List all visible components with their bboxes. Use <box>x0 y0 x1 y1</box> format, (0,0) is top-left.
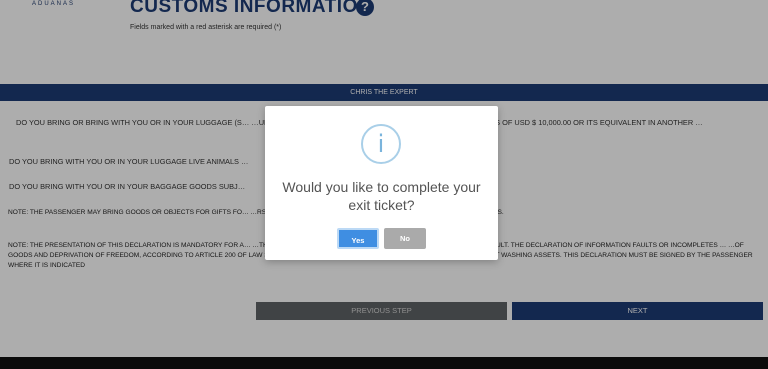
exit-ticket-dialog: i Would you like to complete your exit t… <box>265 106 498 260</box>
info-icon: i <box>361 124 401 164</box>
no-button[interactable]: No <box>384 228 426 249</box>
yes-button[interactable]: Yes <box>337 228 379 249</box>
dialog-message: Would you like to complete your exit tic… <box>282 179 481 213</box>
